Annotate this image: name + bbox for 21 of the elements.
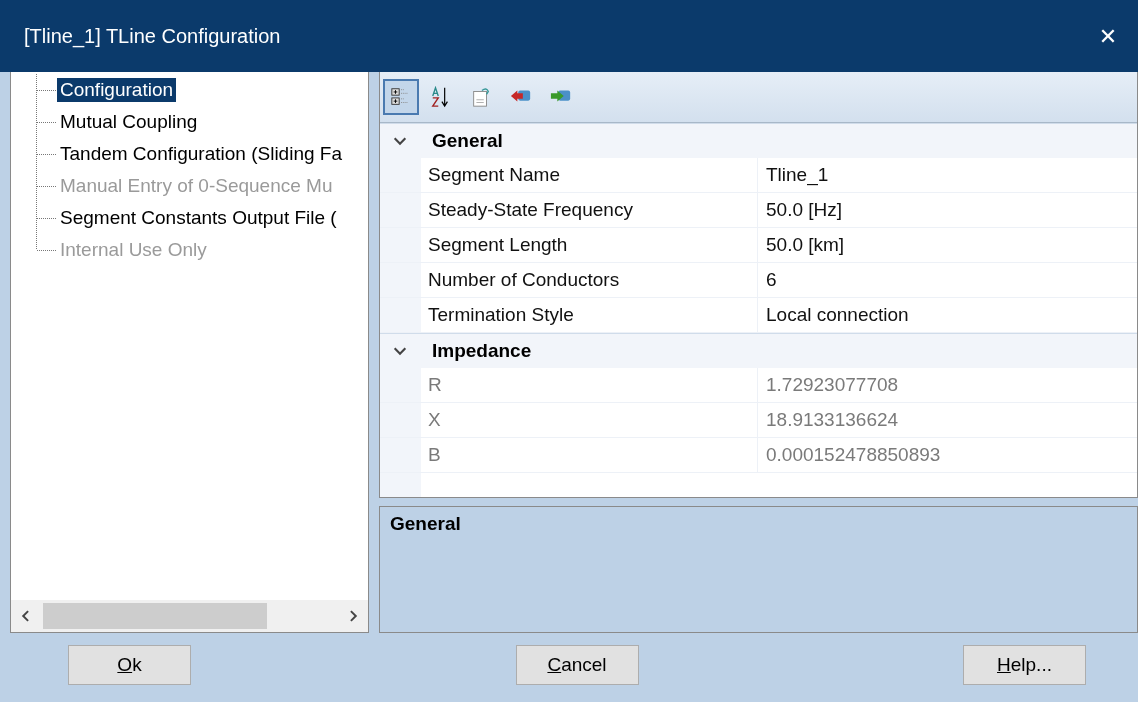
tree-item[interactable]: Configuration [57, 78, 177, 102]
ok-button[interactable]: Ok [68, 644, 191, 685]
window-title: [Tline_1] TLine Configuration [24, 24, 281, 48]
tree-item[interactable]: Segment Constants Output File ( [57, 206, 340, 230]
tree-connector-icon [33, 106, 57, 138]
tree-item[interactable]: Mutual Coupling [57, 110, 201, 134]
horizontal-scrollbar[interactable] [11, 600, 368, 632]
category-row[interactable]: Impedance [380, 333, 1137, 368]
scrollbar-thumb[interactable] [43, 603, 267, 629]
category-label: General [432, 130, 503, 152]
description-title: General [390, 513, 461, 534]
help-button[interactable]: Help... [963, 644, 1086, 685]
category-label: Impedance [432, 340, 532, 362]
tree-connector-icon [33, 170, 57, 202]
tree-connector-icon [33, 74, 57, 106]
tree-connector-icon [33, 138, 57, 170]
cancel-button[interactable]: Cancel [515, 644, 639, 685]
tree-item[interactable]: Tandem Configuration (Sliding Fa [57, 142, 345, 166]
close-button[interactable]: ✕ [1078, 6, 1138, 66]
category-row[interactable]: General [380, 123, 1137, 158]
document-icon [470, 86, 492, 108]
